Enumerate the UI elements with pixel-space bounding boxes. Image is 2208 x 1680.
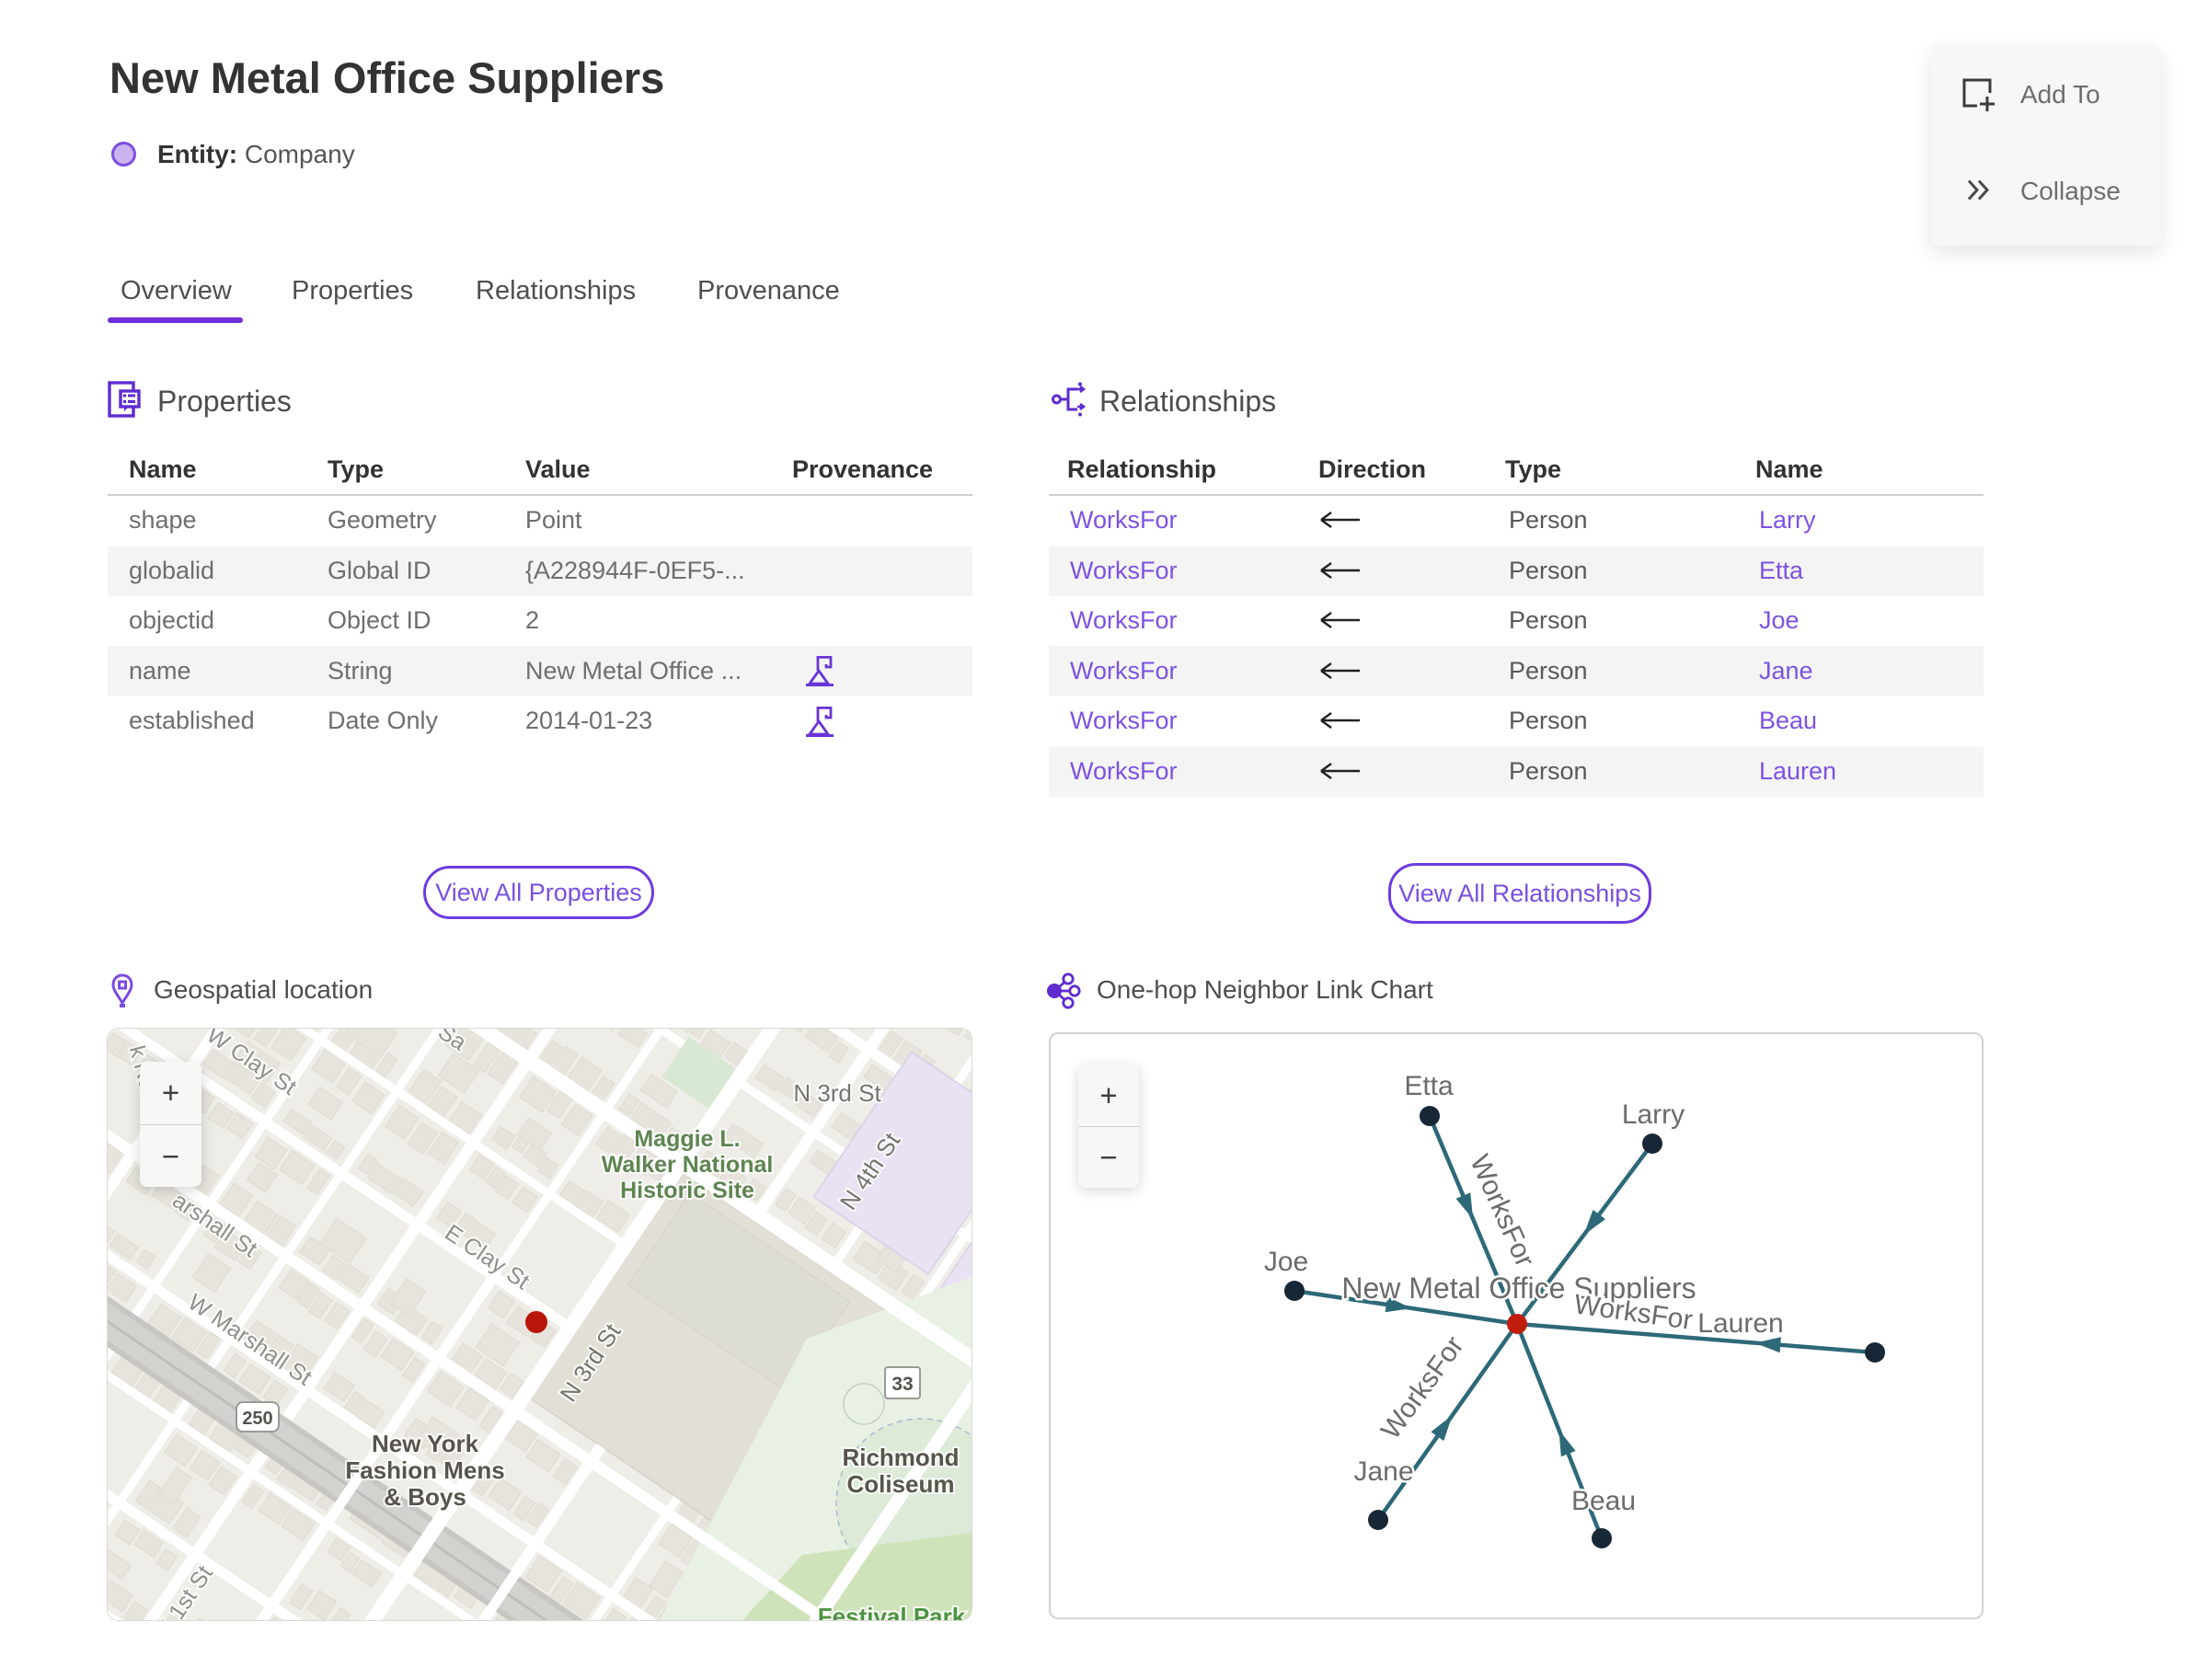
svg-text:New York: New York [372, 1430, 479, 1457]
svg-text:Richmond: Richmond [842, 1444, 959, 1471]
svg-text:Jane: Jane [1353, 1456, 1413, 1487]
svg-text:Beau: Beau [1571, 1486, 1636, 1516]
svg-text:Larry: Larry [1622, 1099, 1685, 1130]
svg-text:Etta: Etta [1404, 1071, 1454, 1101]
svg-text:Fashion Mens: Fashion Mens [345, 1456, 504, 1484]
svg-text:WorksFor: WorksFor [1464, 1150, 1540, 1272]
svg-text:Festival Park: Festival Park [818, 1603, 966, 1620]
svg-text:Joe: Joe [1264, 1247, 1308, 1277]
svg-text:33: 33 [891, 1374, 913, 1395]
svg-text:Lauren: Lauren [1697, 1308, 1783, 1339]
svg-text:& Boys: & Boys [384, 1483, 466, 1511]
svg-text:N 3rd St: N 3rd St [793, 1079, 881, 1107]
svg-text:Maggie L.: Maggie L. [634, 1126, 740, 1152]
svg-text:250: 250 [242, 1409, 272, 1429]
svg-text:Walker National: Walker National [602, 1152, 774, 1178]
svg-text:Coliseum: Coliseum [846, 1470, 954, 1498]
svg-text:Historic Site: Historic Site [620, 1178, 754, 1203]
svg-text:WorksFor: WorksFor [1375, 1330, 1470, 1444]
